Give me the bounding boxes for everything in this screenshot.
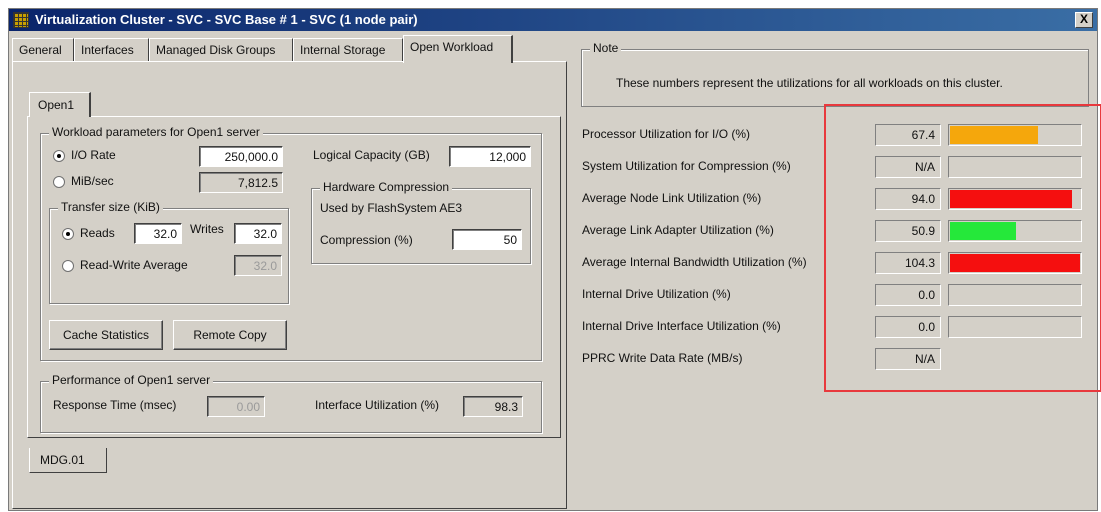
dialog-window: Virtualization Cluster - SVC - SVC Base …	[8, 8, 1101, 511]
io-rate-radio[interactable]	[53, 150, 65, 162]
compression-label: Compression (%)	[320, 233, 413, 247]
interface-utilization-value: 98.3	[463, 396, 523, 417]
note-title: Note	[590, 41, 622, 55]
tab-general[interactable]: General	[12, 38, 74, 62]
io-rate-input[interactable]: 250,000.0	[199, 146, 283, 167]
metric-label: Average Link Adapter Utilization (%)	[582, 223, 774, 237]
response-time-label: Response Time (msec)	[53, 398, 177, 412]
workload-parameters-title: Workload parameters for Open1 server	[49, 125, 263, 139]
open1-panel: Workload parameters for Open1 server I/O…	[27, 116, 561, 438]
reads-input[interactable]: 32.0	[134, 223, 182, 244]
compression-input[interactable]: 50	[452, 229, 522, 250]
title-bar: Virtualization Cluster - SVC - SVC Base …	[9, 9, 1097, 31]
mib-sec-label: MiB/sec	[71, 174, 114, 188]
hardware-compression-group: Hardware Compression Used by FlashSystem…	[311, 180, 531, 264]
highlight-box	[824, 104, 1101, 392]
metric-label: Internal Drive Utilization (%)	[582, 287, 731, 301]
read-write-average-radio[interactable]	[62, 260, 74, 272]
performance-title: Performance of Open1 server	[49, 373, 214, 387]
writes-input[interactable]: 32.0	[234, 223, 282, 244]
tab-open-workload[interactable]: Open Workload	[403, 35, 513, 63]
metric-label: PPRC Write Data Rate (MB/s)	[582, 351, 743, 365]
tab-managed-disk-groups[interactable]: Managed Disk Groups	[149, 38, 293, 62]
workload-parameters-group: Workload parameters for Open1 server I/O…	[40, 125, 542, 361]
performance-group: Performance of Open1 server Response Tim…	[40, 373, 542, 433]
tab-open1[interactable]: Open1	[29, 92, 91, 117]
cache-statistics-button[interactable]: Cache Statistics	[49, 320, 163, 350]
open-workload-panel: Open1 Workload parameters for Open1 serv…	[12, 61, 567, 509]
logical-capacity-label: Logical Capacity (GB)	[313, 148, 430, 162]
io-rate-label: I/O Rate	[71, 148, 116, 162]
metric-label: Processor Utilization for I/O (%)	[582, 127, 751, 141]
mib-sec-value: 7,812.5	[199, 172, 283, 193]
metric-label: Average Internal Bandwidth Utilization (…	[582, 255, 807, 269]
reads-radio[interactable]	[62, 228, 74, 240]
metric-label: Internal Drive Interface Utilization (%)	[582, 319, 781, 333]
reads-label: Reads	[80, 226, 115, 240]
mib-sec-radio[interactable]	[53, 176, 65, 188]
writes-label: Writes	[190, 222, 224, 236]
logical-capacity-input[interactable]: 12,000	[449, 146, 531, 167]
read-write-average-label: Read-Write Average	[80, 258, 188, 272]
flashsystem-note: Used by FlashSystem AE3	[320, 201, 463, 215]
transfer-size-title: Transfer size (KiB)	[58, 200, 163, 214]
window-title: Virtualization Cluster - SVC - SVC Base …	[35, 12, 418, 27]
interface-utilization-label: Interface Utilization (%)	[315, 398, 440, 412]
transfer-size-group: Transfer size (KiB) Reads 32.0 Writes 32…	[49, 200, 289, 304]
metric-label: System Utilization for Compression (%)	[582, 159, 791, 173]
note-text: These numbers represent the utilizations…	[616, 76, 1003, 90]
app-icon	[13, 12, 29, 28]
remote-copy-button[interactable]: Remote Copy	[173, 320, 287, 350]
tab-mdg01[interactable]: MDG.01	[29, 448, 107, 473]
response-time-value: 0.00	[207, 396, 265, 417]
tab-internal-storage[interactable]: Internal Storage	[293, 38, 403, 62]
note-group: Note These numbers represent the utiliza…	[581, 41, 1089, 107]
hardware-compression-title: Hardware Compression	[320, 180, 453, 194]
read-write-average-value: 32.0	[234, 255, 282, 276]
close-button[interactable]: X	[1075, 12, 1093, 28]
tab-interfaces[interactable]: Interfaces	[74, 38, 149, 62]
metric-label: Average Node Link Utilization (%)	[582, 191, 762, 205]
